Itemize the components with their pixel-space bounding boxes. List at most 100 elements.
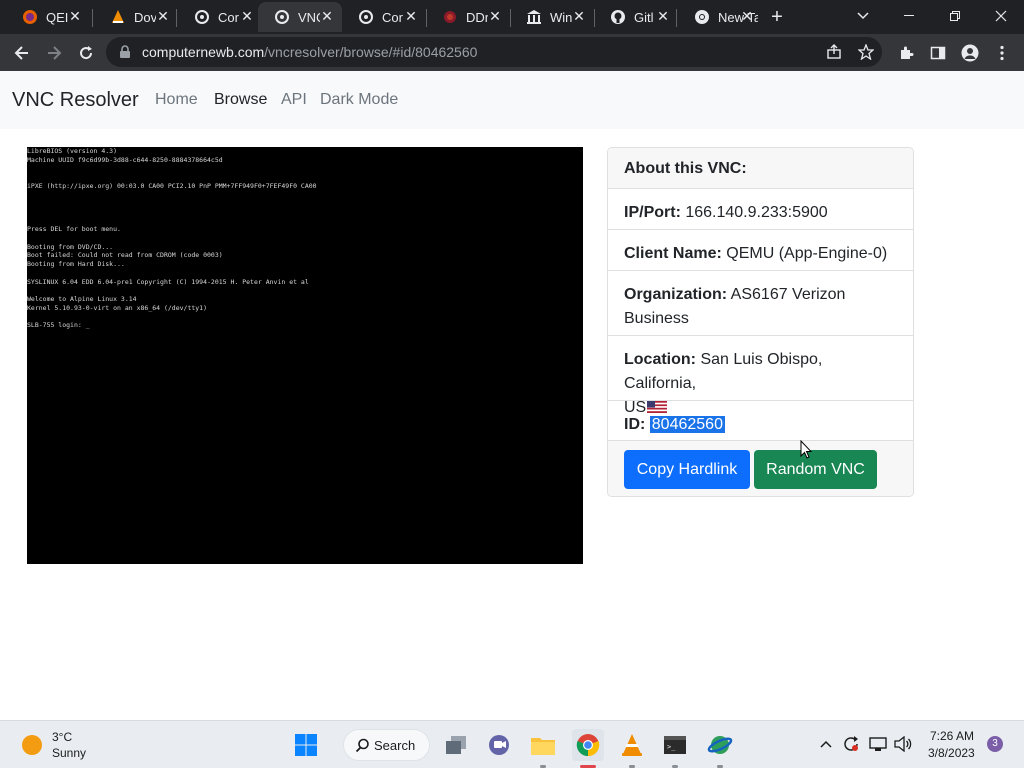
profile-icon[interactable] [960, 43, 980, 63]
close-icon[interactable]: ✕ [320, 9, 334, 23]
organization-value-line1: AS6167 Verizon [730, 286, 846, 303]
minimize-button[interactable] [886, 0, 932, 32]
volume-icon[interactable] [894, 735, 912, 753]
close-icon[interactable]: ✕ [240, 9, 254, 23]
url-path: /vncresolver/browse/#id/80462560 [264, 44, 478, 60]
task-view-icon[interactable] [440, 729, 472, 761]
address-bar[interactable]: computernewb.com/vncresolver/browse/#id/… [106, 37, 882, 67]
id-row: ID: 80462560 [608, 401, 913, 441]
id-value-selected[interactable]: 80462560 [649, 416, 725, 433]
chrome-icon [694, 9, 710, 25]
share-icon[interactable] [826, 44, 842, 60]
tab-label: Dov [134, 9, 156, 25]
tab-github[interactable]: Gitl ✕ [594, 2, 678, 32]
bookmark-star-icon[interactable] [857, 43, 875, 61]
close-window-button[interactable] [978, 0, 1024, 32]
nav-browse[interactable]: Browse [214, 91, 267, 109]
close-icon[interactable]: ✕ [740, 9, 754, 23]
card-footer: Copy Hardlink Random VNC [608, 441, 913, 496]
reload-button[interactable] [72, 39, 100, 67]
tab-qemu[interactable]: QEI ✕ [6, 2, 90, 32]
tab-divider [92, 9, 93, 27]
tab-vnc-active[interactable]: VNC ✕ [258, 2, 342, 32]
tab-ddr[interactable]: DDr ✕ [426, 2, 510, 32]
tray-overflow-chevron-icon[interactable] [817, 735, 835, 753]
restore-button[interactable] [932, 0, 978, 32]
ddr-icon [442, 9, 458, 25]
card-header: About this VNC: [608, 148, 913, 189]
nav-dark-mode[interactable]: Dark Mode [320, 91, 398, 109]
teams-chat-icon[interactable] [483, 729, 515, 761]
lock-icon[interactable] [118, 45, 132, 59]
ip-port-label: IP/Port: [624, 204, 681, 221]
bank-icon [526, 9, 542, 25]
site-navbar: VNC Resolver Home Browse API Dark Mode [0, 71, 1024, 129]
tab-download[interactable]: Dov ✕ [94, 2, 178, 32]
network-app-icon[interactable] [704, 729, 736, 761]
copy-hardlink-button[interactable]: Copy Hardlink [624, 450, 750, 489]
mouse-cursor-icon [800, 440, 812, 459]
chrome-taskbar-icon[interactable] [572, 729, 604, 761]
client-name-row: Client Name: QEMU (App-Engine-0) [608, 230, 913, 271]
vnc-resolver-icon [194, 9, 210, 25]
notification-badge[interactable]: 3 [987, 736, 1003, 752]
close-icon[interactable]: ✕ [488, 9, 502, 23]
vnc-screenshot: LibreBIOS (version 4.3) Machine UUID f9c… [27, 147, 583, 564]
tab-label: DDr [466, 9, 488, 25]
file-explorer-icon[interactable] [527, 729, 559, 761]
weather-temperature[interactable]: 3°C [52, 730, 72, 744]
vnc-console-text: LibreBIOS (version 4.3) Machine UUID f9c… [27, 147, 317, 330]
location-label: Location: [624, 351, 696, 368]
tab-label: Cor [382, 9, 403, 25]
github-icon [610, 9, 626, 25]
clock-time[interactable]: 7:26 AM [930, 729, 974, 743]
tab-label: Win [550, 9, 572, 25]
tab-divider [676, 9, 677, 27]
vnc-resolver-icon [274, 9, 290, 25]
site-brand[interactable]: VNC Resolver [12, 89, 139, 112]
location-row: Location: San Luis Obispo, California, U… [608, 336, 913, 416]
url-host: computernewb.com [142, 44, 265, 60]
forward-button[interactable] [40, 39, 68, 67]
tab-search-chevron-icon[interactable] [840, 0, 886, 32]
vlc-taskbar-icon[interactable] [616, 729, 648, 761]
sun-icon[interactable] [22, 735, 42, 755]
nav-api[interactable]: API [281, 91, 307, 109]
browser-toolbar: computernewb.com/vncresolver/browse/#id/… [0, 34, 1024, 71]
extensions-icon[interactable] [896, 43, 916, 63]
terminal-icon[interactable]: >_ [659, 729, 691, 761]
nav-home[interactable]: Home [155, 91, 198, 109]
tab-win[interactable]: Win ✕ [510, 2, 594, 32]
tab-computernewb-1[interactable]: Cor ✕ [178, 2, 262, 32]
back-button[interactable] [8, 39, 36, 67]
start-windows-icon[interactable] [290, 729, 322, 761]
menu-kebab-icon[interactable] [992, 43, 1012, 63]
tab-new-tab[interactable]: New Tab ✕ [678, 2, 762, 32]
search-icon [355, 738, 369, 753]
side-panel-icon[interactable] [928, 43, 948, 63]
organization-row: Organization: AS6167 Verizon Business [608, 271, 913, 336]
organization-value-line2: Business [624, 310, 689, 327]
firefox-icon [22, 9, 38, 25]
url-text[interactable]: computernewb.com/vncresolver/browse/#id/… [142, 44, 477, 60]
weather-description[interactable]: Sunny [52, 746, 86, 760]
client-name-value: QEMU (App-Engine-0) [726, 245, 888, 262]
close-icon[interactable]: ✕ [156, 9, 170, 23]
random-vnc-button[interactable]: Random VNC [754, 450, 877, 489]
close-icon[interactable]: ✕ [656, 9, 670, 23]
svg-text:>_: >_ [667, 743, 676, 751]
tab-divider [176, 9, 177, 27]
network-icon[interactable] [869, 735, 887, 753]
clock-date[interactable]: 3/8/2023 [928, 746, 975, 760]
tab-label: QEI [46, 9, 68, 25]
close-icon[interactable]: ✕ [572, 9, 586, 23]
close-icon[interactable]: ✕ [404, 9, 418, 23]
ip-port-row: IP/Port: 166.140.9.233:5900 [608, 189, 913, 230]
windows-taskbar: 3°C Sunny Search >_ 7:26 AM 3/8/2023 [0, 720, 1024, 768]
tab-label: Gitl [634, 9, 654, 25]
sync-icon[interactable] [842, 735, 860, 753]
tab-computernewb-2[interactable]: Cor ✕ [342, 2, 426, 32]
taskbar-search[interactable]: Search [343, 729, 430, 761]
new-tab-button[interactable]: + [765, 5, 789, 29]
close-icon[interactable]: ✕ [68, 9, 82, 23]
